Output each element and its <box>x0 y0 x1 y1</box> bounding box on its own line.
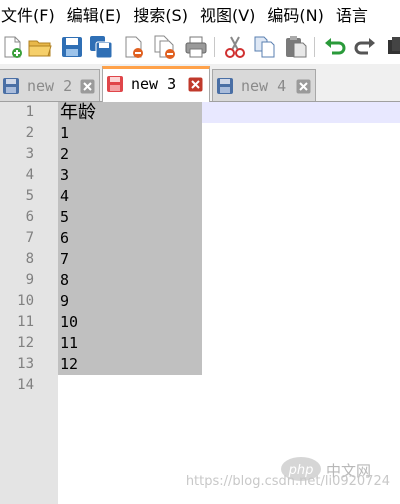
menu-encoding[interactable]: 编码(N) <box>263 0 331 31</box>
line-number: 5 <box>25 188 34 204</box>
tab-new-3[interactable]: new 3 <box>102 66 210 102</box>
new-file-icon[interactable] <box>0 34 26 60</box>
close-tab-icon[interactable] <box>296 79 311 94</box>
undo-icon[interactable] <box>322 34 348 60</box>
editor-line[interactable]: 3 <box>60 165 69 186</box>
editor-line[interactable]: 8 <box>60 270 69 291</box>
save-all-icon[interactable] <box>88 34 114 60</box>
line-number: 11 <box>17 314 34 330</box>
editor-line[interactable]: 4 <box>60 186 69 207</box>
save-icon[interactable] <box>59 34 85 60</box>
menu-view[interactable]: 视图(V) <box>196 0 263 31</box>
saved-file-icon <box>217 78 233 94</box>
editor-line[interactable]: 年龄 <box>60 102 96 123</box>
line-number: 2 <box>25 125 34 141</box>
tab-new-2[interactable]: new 2 <box>0 69 100 101</box>
close-icon[interactable] <box>121 34 147 60</box>
cut-icon[interactable] <box>222 34 248 60</box>
menu-file[interactable]: 文件(F) <box>0 0 63 31</box>
menu-edit[interactable]: 编辑(E) <box>63 0 130 31</box>
line-number: 7 <box>25 230 34 246</box>
tab-label: new 4 <box>241 77 287 95</box>
line-number: 10 <box>17 293 34 309</box>
menu-bar: 文件(F) 编辑(E) 搜索(S) 视图(V) 编码(N) 语言 <box>0 0 400 31</box>
copy-icon[interactable] <box>252 34 278 60</box>
close-tab-icon[interactable] <box>188 77 203 92</box>
line-number: 1 <box>25 104 34 120</box>
text-selection <box>58 102 202 375</box>
tab-label: new 3 <box>131 75 177 93</box>
tab-label: new 2 <box>27 77 73 95</box>
editor-line[interactable]: 9 <box>60 291 69 312</box>
open-file-icon[interactable] <box>27 34 53 60</box>
redo-icon[interactable] <box>352 34 378 60</box>
find-icon[interactable] <box>384 34 400 60</box>
line-number: 6 <box>25 209 34 225</box>
toolbar <box>0 31 400 63</box>
unsaved-file-icon <box>107 76 123 92</box>
paste-icon[interactable] <box>283 34 309 60</box>
close-all-icon[interactable] <box>152 34 178 60</box>
menu-search[interactable]: 搜索(S) <box>129 0 196 31</box>
editor-line[interactable]: 7 <box>60 249 69 270</box>
line-number: 9 <box>25 272 34 288</box>
editor-line[interactable]: 6 <box>60 228 69 249</box>
editor-line[interactable]: 11 <box>60 333 78 354</box>
line-number: 8 <box>25 251 34 267</box>
text-editor[interactable]: 年龄 1 2 3 4 5 6 7 8 9 10 11 12 <box>58 102 400 504</box>
menu-language[interactable]: 语言 <box>332 0 376 31</box>
print-icon[interactable] <box>183 34 209 60</box>
editor-line[interactable]: 2 <box>60 144 69 165</box>
line-number: 13 <box>17 356 34 372</box>
editor-line[interactable]: 10 <box>60 312 78 333</box>
toolbar-separator <box>314 37 315 57</box>
line-number-gutter[interactable]: 1 2 3 4 5 6 7 8 9 10 11 12 13 14 <box>0 102 58 504</box>
toolbar-separator <box>214 37 215 57</box>
watermark-url: https://blog.csdn.net/li0920724 <box>185 474 390 489</box>
line-number: 14 <box>17 377 34 393</box>
line-number: 12 <box>17 335 34 351</box>
editor-line[interactable]: 12 <box>60 354 78 375</box>
tab-new-4[interactable]: new 4 <box>212 69 316 101</box>
tab-bar: new 2 new 3 new 4 <box>0 64 400 102</box>
editor-line[interactable]: 1 <box>60 123 69 144</box>
close-tab-icon[interactable] <box>80 79 95 94</box>
line-number: 4 <box>25 167 34 183</box>
line-number: 3 <box>25 146 34 162</box>
editor-line[interactable]: 5 <box>60 207 69 228</box>
saved-file-icon <box>3 78 19 94</box>
